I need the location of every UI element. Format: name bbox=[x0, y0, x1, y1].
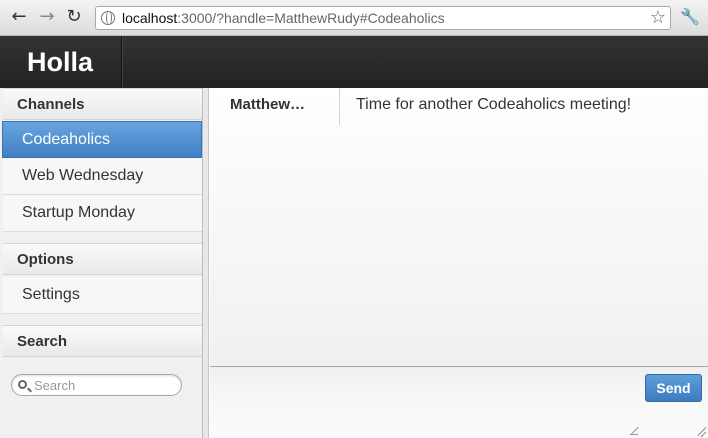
settings-item[interactable]: Settings bbox=[3, 277, 202, 314]
window-resize-icon[interactable] bbox=[696, 427, 706, 437]
globe-icon bbox=[101, 11, 115, 25]
app-header: Holla bbox=[0, 36, 708, 88]
channel-item-codeaholics[interactable]: Codeaholics bbox=[2, 121, 202, 158]
app-title[interactable]: Holla bbox=[0, 36, 122, 88]
url-text: localhost:3000/?handle=MatthewRudy#Codea… bbox=[122, 10, 445, 26]
channel-item-web-wednesday[interactable]: Web Wednesday bbox=[3, 158, 202, 195]
search-input[interactable]: Search bbox=[11, 374, 182, 396]
address-bar[interactable]: localhost:3000/?handle=MatthewRudy#Codea… bbox=[95, 6, 671, 30]
sidebar-divider bbox=[203, 88, 209, 438]
search-icon bbox=[18, 380, 27, 389]
message-composer[interactable]: Send bbox=[210, 366, 708, 438]
back-icon[interactable]: ← bbox=[9, 7, 29, 27]
channels-header: Channels bbox=[3, 88, 202, 120]
message-author: Matthew… bbox=[210, 88, 340, 125]
message-text: Time for another Codeaholics meeting! bbox=[356, 96, 632, 113]
forward-icon[interactable]: → bbox=[37, 7, 57, 27]
browser-toolbar: ← → ↻ localhost:3000/?handle=MatthewRudy… bbox=[0, 0, 708, 36]
channel-item-startup-monday[interactable]: Startup Monday bbox=[3, 195, 202, 232]
resize-grip-icon[interactable] bbox=[630, 427, 638, 435]
search-header: Search bbox=[3, 325, 202, 357]
message-list: Matthew… Time for another Codeaholics me… bbox=[210, 88, 708, 366]
reload-icon[interactable]: ↻ bbox=[64, 7, 84, 27]
wrench-icon[interactable]: 🔧 bbox=[680, 7, 700, 27]
star-icon[interactable]: ☆ bbox=[650, 7, 666, 28]
options-header: Options bbox=[3, 243, 202, 275]
message-row: Matthew… Time for another Codeaholics me… bbox=[210, 88, 708, 125]
search-placeholder: Search bbox=[34, 378, 76, 393]
send-button[interactable]: Send bbox=[645, 374, 702, 402]
